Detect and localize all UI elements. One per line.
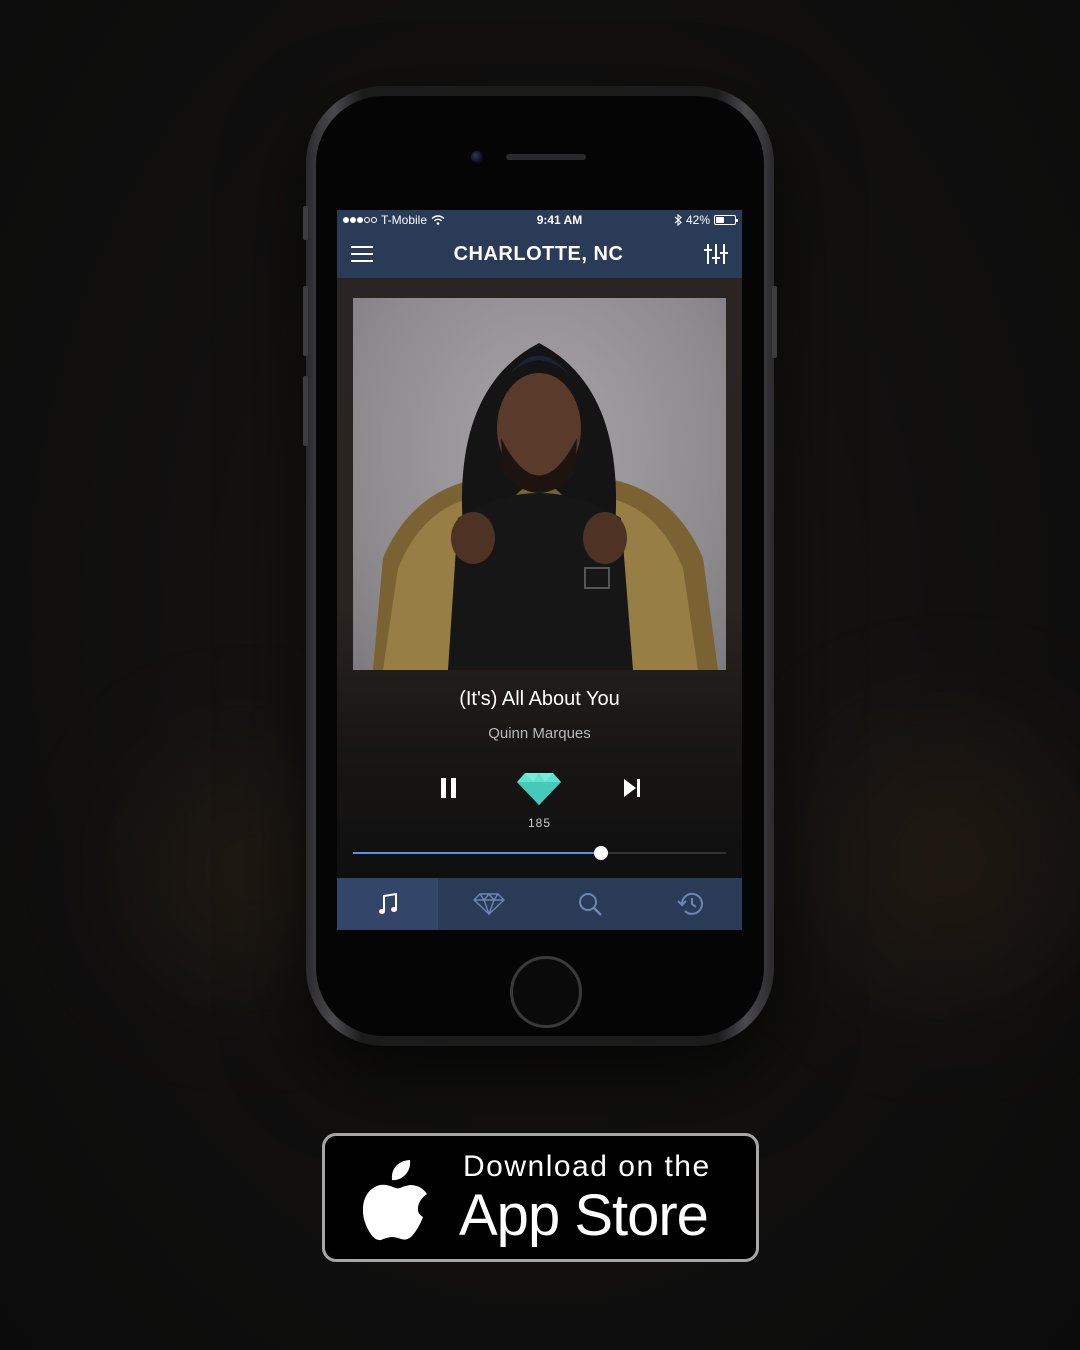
background-glow [820,730,1080,990]
progress-slider[interactable] [353,846,726,860]
page-title: CHARLOTTE, NC [453,242,624,265]
skip-next-icon[interactable] [622,778,642,798]
nav-bar: CHARLOTTE, NC [337,230,742,278]
hamburger-menu-icon[interactable] [351,246,373,262]
song-title: (It's) All About You [459,688,620,710]
battery-icon [714,215,738,225]
signal-dots-icon [343,217,377,223]
diamond-icon[interactable] [515,772,563,806]
earpiece-speaker [506,154,586,160]
tab-history[interactable] [641,878,742,930]
tab-search[interactable] [540,878,641,930]
wifi-icon [431,215,445,225]
badge-line2: App Store [459,1183,709,1248]
status-time: 9:41 AM [536,213,583,227]
app-screen: T-Mobile 9:41 AM 42% CHARLOTTE, NC (It's… [337,210,742,930]
playback-controls [337,768,742,808]
badge-line1: Download on the [463,1150,711,1183]
pause-icon[interactable] [441,778,457,798]
tab-bar [337,878,742,930]
power-button [772,286,777,358]
app-store-badge[interactable]: Download on the App Store [322,1133,759,1262]
diamond-count: 185 [527,816,552,830]
tab-music[interactable] [337,878,439,930]
diamond-outline-icon [472,892,505,916]
equalizer-sliders-icon[interactable] [703,242,728,266]
search-icon [579,893,602,916]
artist-name[interactable]: Quinn Marques [337,725,742,742]
bluetooth-icon [674,214,682,226]
carrier-label: T-Mobile [381,213,428,227]
tab-diamonds[interactable] [438,878,539,930]
music-note-icon [378,892,397,914]
mute-switch [303,206,308,240]
volume-up-button [303,286,308,356]
apple-logo-icon [363,1160,427,1241]
progress-thumb[interactable] [594,846,609,860]
history-clock-icon [677,892,704,915]
album-art [353,298,726,670]
player-content: (It's) All About You Quinn Marques 185 [337,278,742,878]
status-bar: T-Mobile 9:41 AM 42% [337,210,742,230]
battery-percent: 42% [685,213,710,227]
progress-fill [353,852,602,854]
front-camera [471,151,483,163]
volume-down-button [303,376,308,446]
home-button[interactable] [510,956,582,1028]
